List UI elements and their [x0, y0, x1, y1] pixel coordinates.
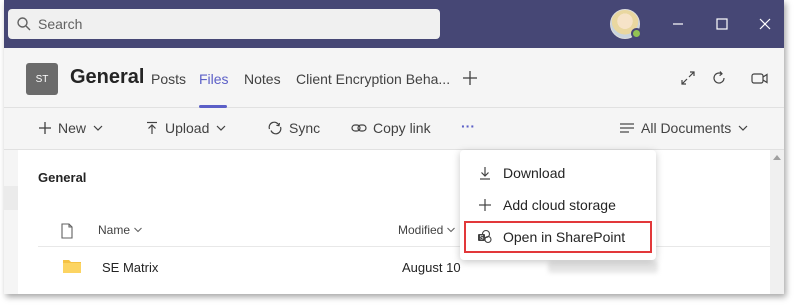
name-column-header[interactable]: Name — [98, 223, 143, 237]
name-column-label: Name — [98, 223, 131, 237]
chevron-down-icon — [447, 227, 456, 233]
file-list: General Name Modified SE Matrix August 1… — [18, 150, 770, 294]
copy-link-label: Copy link — [373, 120, 431, 136]
tab-posts[interactable]: Posts — [151, 71, 186, 87]
new-button[interactable]: New — [38, 120, 104, 136]
new-label: New — [58, 120, 87, 136]
minimize-button[interactable] — [668, 14, 688, 34]
upload-button[interactable]: Upload — [145, 120, 227, 136]
view-selector[interactable]: All Documents — [619, 120, 749, 136]
file-name[interactable]: SE Matrix — [102, 260, 158, 275]
meet-now-button[interactable] — [750, 68, 770, 88]
teams-window: Search ST General Posts Files Notes Clie… — [4, 0, 784, 294]
modified-column-label: Modified — [398, 223, 444, 237]
document-icon — [61, 223, 73, 239]
scroll-up-arrow-icon[interactable] — [773, 155, 781, 160]
title-bar: Search — [4, 0, 784, 48]
add-tab-button[interactable] — [460, 68, 480, 88]
menu-item-label: Add cloud storage — [503, 197, 616, 213]
scrollbar[interactable] — [770, 150, 784, 294]
presence-available-icon — [631, 28, 642, 39]
files-toolbar: New Upload Sync Copy link ··· All Docume… — [4, 108, 784, 150]
channel-header: ST General Posts Files Notes Client Encr… — [4, 48, 784, 108]
expand-icon — [681, 71, 695, 85]
close-button[interactable] — [755, 14, 775, 34]
row-divider — [38, 246, 770, 247]
upload-label: Upload — [165, 120, 210, 136]
sync-label: Sync — [289, 120, 321, 136]
team-avatar: ST — [26, 63, 58, 95]
menu-item-label: Download — [503, 165, 566, 181]
chevron-down-icon — [134, 227, 142, 233]
plus-icon — [39, 122, 51, 134]
chevron-down-icon — [216, 125, 226, 131]
plus-icon — [477, 197, 493, 213]
maximize-icon — [716, 18, 728, 30]
search-icon — [17, 17, 31, 31]
download-icon — [477, 165, 493, 181]
file-type-column-header[interactable] — [60, 223, 74, 239]
redacted-value — [548, 261, 658, 273]
copy-link-button[interactable]: Copy link — [351, 120, 431, 136]
link-icon — [351, 124, 367, 132]
close-icon — [759, 18, 771, 30]
tab-notes[interactable]: Notes — [244, 71, 281, 87]
more-options-button[interactable]: ··· — [461, 118, 475, 134]
menu-item-download[interactable]: Download — [460, 158, 656, 188]
minimize-icon — [673, 23, 683, 25]
section-title: General — [38, 170, 87, 185]
tab-files[interactable]: Files — [199, 71, 229, 87]
left-rail-edge — [4, 186, 18, 210]
expand-button[interactable] — [678, 68, 698, 88]
annotation-highlight-box — [464, 221, 652, 253]
sync-button[interactable]: Sync — [267, 120, 320, 136]
video-camera-icon — [751, 73, 768, 84]
folder-icon — [63, 260, 81, 273]
view-label: All Documents — [641, 120, 732, 136]
channel-title: General — [70, 66, 145, 88]
more-icon: ··· — [461, 118, 475, 134]
chevron-down-icon — [738, 125, 748, 131]
tab-client-encryption[interactable]: Client Encryption Beha... — [296, 71, 450, 87]
search-box[interactable]: Search — [8, 9, 440, 39]
list-view-icon — [620, 123, 634, 133]
modified-column-header[interactable]: Modified — [398, 223, 456, 237]
refresh-icon — [713, 71, 725, 84]
menu-item-add-cloud-storage[interactable]: Add cloud storage — [460, 190, 656, 220]
refresh-button[interactable] — [709, 68, 729, 88]
chevron-down-icon — [93, 125, 103, 131]
file-modified: August 10 — [402, 260, 461, 275]
upload-icon — [147, 121, 157, 134]
maximize-button[interactable] — [712, 14, 732, 34]
sync-icon — [268, 121, 282, 135]
search-placeholder: Search — [38, 16, 83, 32]
plus-icon — [463, 71, 477, 85]
